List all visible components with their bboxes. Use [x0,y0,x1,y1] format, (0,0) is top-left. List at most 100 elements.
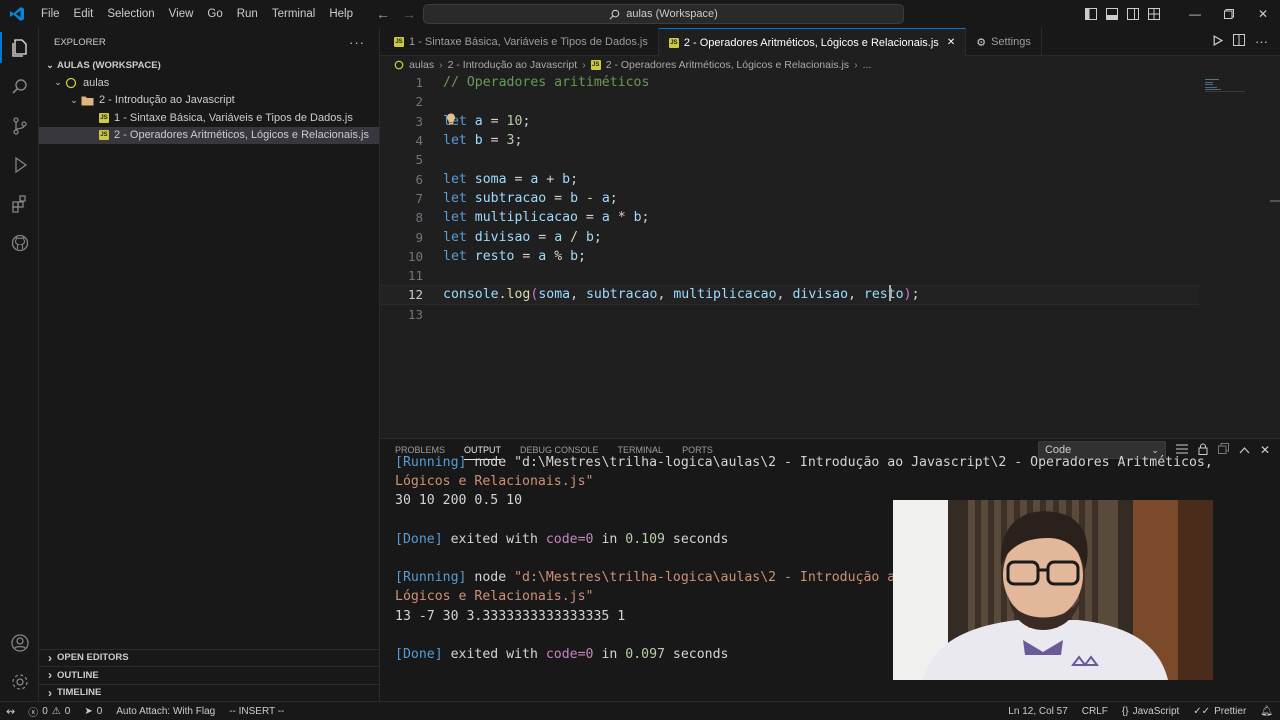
chevron-right-icon: › [854,58,858,71]
code-line: 12 console.log(soma, subtracao, multiplic… [380,285,1199,305]
search-sidebar-icon[interactable] [0,67,39,106]
chevron-right-icon: › [48,650,52,665]
code-token: ; [578,248,586,264]
editor-tab[interactable]: JS 1 - Sintaxe Básica, Variáveis e Tipos … [380,28,659,56]
menu-selection[interactable]: Selection [100,0,161,28]
menu-run[interactable]: Run [230,0,265,28]
error-count: 0 [42,705,48,717]
section-label: OUTLINE [57,669,99,681]
code-content: let resto = a % b; [443,249,586,264]
breadcrumb-item[interactable]: 2 - Operadores Aritméticos, Lógicos e Re… [606,59,849,71]
cursor-position-status[interactable]: Ln 12, Col 57 [1001,706,1075,717]
toggle-panel-icon[interactable] [1101,0,1122,28]
code-token: / [562,229,586,245]
output-token: [Done] [395,531,443,547]
section-timeline[interactable]: › TIMELINE [39,683,380,702]
toggle-primary-sidebar-icon[interactable] [1080,0,1101,28]
breadcrumb-item[interactable]: ... [863,59,872,71]
run-debug-icon[interactable] [0,145,39,184]
github-icon[interactable] [0,223,39,262]
code-token: resto [466,248,523,264]
menu-view[interactable]: View [162,0,201,28]
forward-arrow-icon[interactable]: → [402,6,416,22]
breadcrumb-item[interactable]: aulas [409,59,434,71]
section-outline[interactable]: › OUTLINE [39,666,380,684]
output-token: seconds [664,646,729,662]
output-token: 13 -7 30 3.3333333333333335 1 [395,608,626,624]
editor-tab[interactable]: JS 2 - Operadores Aritméticos, Lógicos e … [658,28,967,56]
close-window-icon[interactable]: ✕ [1246,0,1280,28]
menu-help[interactable]: Help [322,0,360,28]
customize-layout-icon[interactable] [1143,0,1164,28]
line-number: 2 [415,94,423,110]
auto-attach-status[interactable]: Auto Attach: With Flag [109,706,222,717]
minimap[interactable] [1205,78,1245,92]
tab-label: 2 - Operadores Aritméticos, Lógicos e Re… [683,36,939,49]
problems-status[interactable]: ⓧ 0 ⚠ 0 [21,704,77,719]
section-open-editors[interactable]: › OPEN EDITORS [39,648,380,667]
tree-item[interactable]: JS 2 - Operadores Aritméticos, Lógicos e … [39,126,379,144]
code-token: console [443,287,499,303]
lightbulb-icon[interactable] [446,113,456,125]
extensions-icon[interactable] [0,184,39,223]
tree-item[interactable]: ⌄ aulas [39,74,379,92]
editor-tabs: JS 1 - Sintaxe Básica, Variáveis e Tipos … [380,28,1280,56]
editor-tab[interactable]: ⚙ Settings [966,28,1042,56]
chevron-right-icon: › [439,58,443,71]
prettier-status[interactable]: ✓✓ Prettier [1186,706,1253,717]
language-status[interactable]: {} JavaScript [1115,706,1186,717]
ports-status[interactable]: ➤ 0 [77,706,109,717]
source-control-icon[interactable] [0,106,39,145]
remote-indicator[interactable]: ↭ [0,705,21,718]
split-editor-icon[interactable] [1233,34,1245,49]
menu-file[interactable]: File [34,0,67,28]
notifications-status[interactable]: 🔔︎ [1253,706,1280,717]
line-number: 6 [415,171,423,187]
code-content: console.log(soma, subtracao, multiplicac… [443,287,920,302]
eol-status[interactable]: CRLF [1075,706,1115,717]
workspace-header[interactable]: ⌄ AULAS (WORKSPACE) [39,56,379,74]
editor-more-icon[interactable]: ··· [1255,34,1268,49]
output-token: in [593,531,626,547]
eol-label: CRLF [1081,705,1108,717]
code-token: let [443,229,467,245]
run-code-icon[interactable] [1212,34,1224,49]
maximize-icon[interactable] [1212,0,1246,28]
manage-gear-icon[interactable] [0,662,39,701]
menu-go[interactable]: Go [200,0,229,28]
code-token: a [601,190,610,206]
toggle-secondary-sidebar-icon[interactable] [1122,0,1143,28]
minimize-icon[interactable]: — [1178,0,1212,28]
menu-edit[interactable]: Edit [67,0,101,28]
code-token: , [848,287,864,303]
code-token: = [514,171,531,187]
breadcrumb-item[interactable]: 2 - Introdução ao Javascript [448,59,578,71]
line-number: 10 [407,248,423,264]
output-token: node [466,570,515,586]
back-arrow-icon[interactable]: ← [376,6,390,22]
code-token: divisao [792,287,849,303]
line-number: 7 [415,190,423,206]
remote-icon: ↭ [6,705,16,718]
command-center-search[interactable]: aulas (Workspace) [423,4,904,24]
chevron-down-icon: ⌄ [46,59,54,70]
code-token: b [466,133,491,149]
close-tab-icon[interactable]: ✕ [947,37,955,48]
code-token: multiplicacao [466,210,586,226]
tree-item[interactable]: JS 1 - Sintaxe Básica, Variáveis e Tipos … [39,109,379,127]
account-icon[interactable] [0,623,39,662]
explorer-icon[interactable] [0,28,39,67]
code-token: soma [538,287,571,303]
braces-icon: {} [1121,705,1129,717]
more-actions-icon[interactable]: ··· [349,35,365,50]
code-token: , [776,287,793,303]
language-label: JavaScript [1132,705,1180,717]
code-token: a [601,210,610,226]
output-token: 0.097 [625,646,665,662]
code-content: let subtracao = b - a; [443,191,618,206]
tree-item[interactable]: ⌄ 2 - Introdução ao Javascript [39,92,379,110]
code-token: = [522,248,539,264]
code-editor[interactable]: 1 // Operadores aritiméticos 2 3 let a = 10;… [380,73,1280,438]
menu-terminal[interactable]: Terminal [265,0,322,28]
chevron-right-icon: › [48,685,52,700]
